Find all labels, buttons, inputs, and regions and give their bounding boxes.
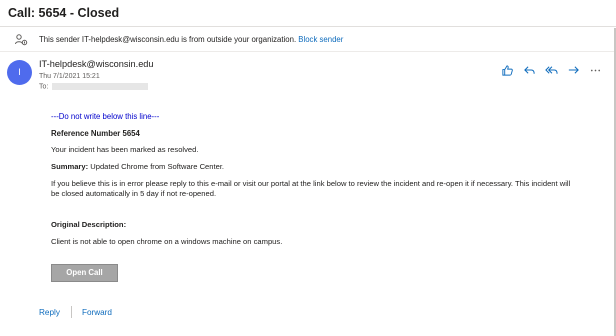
reply-separator: [70, 306, 72, 318]
reference-number: Reference Number 5654: [51, 129, 140, 138]
reply-all-icon: [544, 65, 558, 74]
reply-link[interactable]: Reply: [39, 308, 60, 317]
original-description-label: Original Description:: [51, 220, 127, 229]
more-button[interactable]: [588, 63, 602, 77]
forward-button[interactable]: [566, 63, 580, 77]
title-bar: Call: 5654 - Closed: [0, 0, 616, 27]
external-sender-message: This sender IT-helpdesk@wisconsin.edu is…: [39, 35, 297, 44]
reopen-paragraph: If you believe this is in error please r…: [51, 179, 571, 198]
sender-address[interactable]: IT-helpdesk@wisconsin.edu: [39, 59, 154, 69]
summary-label: Summary:: [51, 162, 89, 171]
reply-bar: Reply Forward: [39, 306, 112, 318]
more-icon: [590, 69, 600, 71]
like-button[interactable]: [500, 63, 514, 77]
reply-all-button[interactable]: [544, 63, 558, 77]
divider-note: ---Do not write below this line---: [51, 112, 160, 121]
original-description-text: Client is not able to open chrome on a w…: [51, 237, 283, 246]
block-sender-link[interactable]: Block sender: [298, 35, 343, 44]
external-sender-banner: This sender IT-helpdesk@wisconsin.edu is…: [0, 28, 616, 52]
reply-button[interactable]: [522, 63, 536, 77]
external-sender-text: This sender IT-helpdesk@wisconsin.edu is…: [39, 35, 343, 44]
window-title: Call: 5654 - Closed: [8, 6, 120, 20]
reply-icon: [523, 65, 535, 74]
open-call-button[interactable]: Open Call: [51, 264, 118, 282]
forward-icon: [568, 65, 579, 74]
forward-link[interactable]: Forward: [82, 308, 112, 317]
message-actions: [500, 63, 602, 77]
summary: Summary: Updated Chrome from Software Ce…: [51, 162, 224, 171]
recipient-redacted: [52, 83, 149, 90]
like-icon: [501, 64, 513, 76]
summary-text: Updated Chrome from Software Center.: [88, 162, 225, 171]
person-external-icon: [14, 33, 28, 47]
to-label: To:: [39, 83, 49, 91]
avatar: I: [7, 60, 32, 85]
to-row: To:: [39, 83, 149, 91]
resolved-text: Your incident has been marked as resolve…: [51, 145, 199, 154]
message-date: Thu 7/1/2021 15:21: [39, 73, 100, 80]
